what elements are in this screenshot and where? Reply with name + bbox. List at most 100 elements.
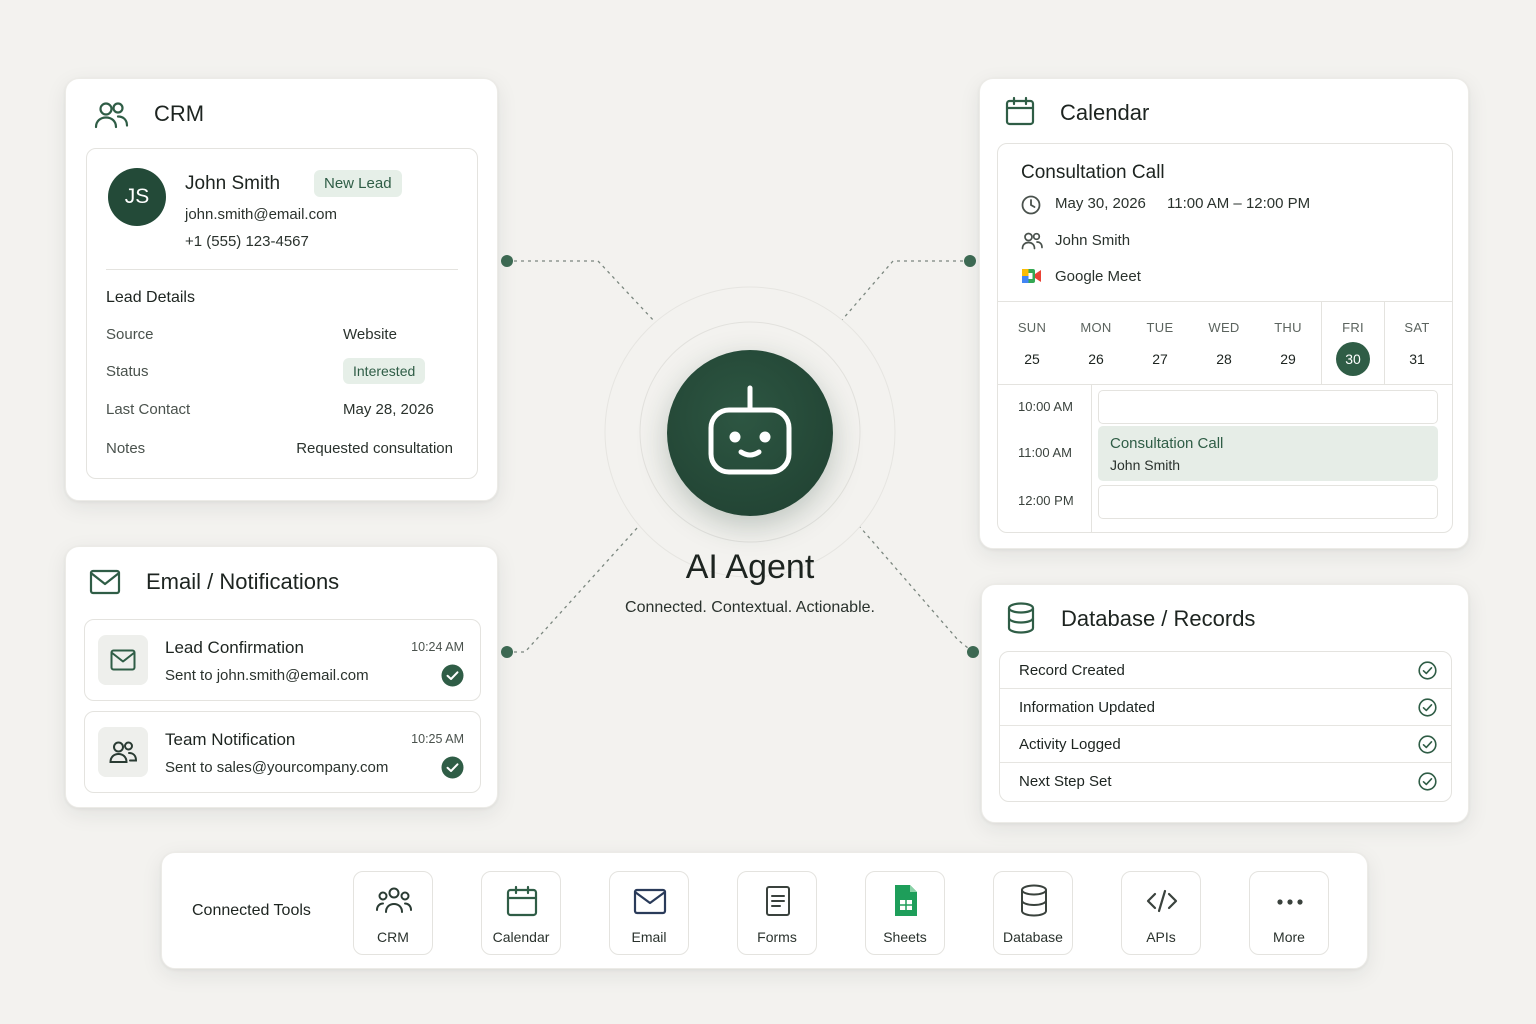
- crm-contact-panel: JS John Smith New Lead john.smith@email.…: [86, 148, 478, 479]
- calendar-card: Calendar Consultation Call May 30, 2026 …: [979, 78, 1469, 549]
- crm-card: CRM JS John Smith New Lead john.smith@em…: [65, 78, 498, 501]
- day-column-selected[interactable]: FRI 30: [1321, 320, 1385, 376]
- contact-name: John Smith: [185, 173, 281, 194]
- agent-tagline: Connected. Contextual. Actionable.: [625, 599, 875, 616]
- event-time: 11:00 AM – 12:00 PM: [1167, 195, 1311, 212]
- mail-icon: [633, 888, 667, 915]
- records-list: Record Created Information Updated Activ…: [999, 651, 1452, 802]
- day-number: 28: [1216, 351, 1232, 367]
- day-column[interactable]: SAT 31: [1385, 320, 1449, 367]
- event-block[interactable]: Consultation Call John Smith: [1098, 426, 1438, 481]
- tool-calendar[interactable]: Calendar: [481, 871, 561, 955]
- record-label: Record Created: [1019, 662, 1125, 679]
- tool-crm[interactable]: CRM: [353, 871, 433, 955]
- database-icon: [1007, 602, 1035, 634]
- tool-label: Sheets: [883, 929, 927, 945]
- time-column-divider: [1091, 385, 1092, 533]
- connected-tools-label: Connected Tools: [192, 902, 311, 919]
- connected-tools-bar: Connected Tools CRM Calendar Email Forms…: [161, 852, 1368, 969]
- notification-title: Lead Confirmation: [165, 638, 304, 657]
- detail-label-source: Source: [106, 326, 154, 343]
- day-number: 25: [1024, 351, 1040, 367]
- day-column[interactable]: TUE 27: [1128, 320, 1192, 367]
- tool-label: Email: [631, 929, 667, 945]
- tool-apis[interactable]: APIs: [1121, 871, 1201, 955]
- detail-value-notes: Requested consultation: [296, 440, 453, 457]
- time-slot[interactable]: [1098, 485, 1438, 519]
- check-circle-icon: [441, 664, 464, 687]
- database-title: Database / Records: [1061, 606, 1256, 631]
- calendar-icon: [506, 885, 538, 917]
- email-title: Email / Notifications: [146, 569, 340, 594]
- time-label: 12:00 PM: [1018, 493, 1074, 508]
- users-icon: [109, 741, 137, 763]
- day-number: 31: [1409, 351, 1425, 367]
- detail-label-last-contact: Last Contact: [106, 401, 191, 418]
- day-name: FRI: [1342, 320, 1364, 335]
- record-label: Information Updated: [1019, 699, 1155, 716]
- ai-agent-avatar[interactable]: [667, 350, 833, 516]
- mail-icon: [110, 649, 136, 671]
- event-block-subtitle: John Smith: [1110, 457, 1181, 473]
- google-meet-icon: [1022, 269, 1041, 283]
- detail-label-status: Status: [106, 363, 149, 380]
- day-name: SAT: [1404, 320, 1430, 335]
- day-column[interactable]: WED 28: [1192, 320, 1256, 367]
- detail-label-notes: Notes: [106, 440, 146, 457]
- avatar[interactable]: JS: [108, 168, 166, 226]
- users-icon: [376, 887, 412, 913]
- notification-item[interactable]: Team Notification Sent to sales@yourcomp…: [84, 711, 481, 793]
- record-row[interactable]: Record Created: [1000, 652, 1451, 689]
- tool-label: Database: [1003, 929, 1063, 945]
- lead-details-heading: Lead Details: [106, 289, 195, 306]
- notification-item[interactable]: Lead Confirmation Sent to john.smith@ema…: [84, 619, 481, 701]
- tool-more[interactable]: More: [1249, 871, 1329, 955]
- tool-email[interactable]: Email: [609, 871, 689, 955]
- event-block-title: Consultation Call: [1110, 435, 1224, 452]
- notification-subtitle: Sent to john.smith@email.com: [165, 667, 369, 684]
- tool-label: Forms: [757, 929, 797, 945]
- tool-label: APIs: [1146, 929, 1176, 945]
- event-date: May 30, 2026: [1055, 195, 1146, 212]
- check-circle-outline-icon: [1418, 698, 1437, 717]
- day-number: 30: [1345, 351, 1361, 367]
- day-name: SUN: [1017, 320, 1047, 335]
- day-number: 27: [1152, 351, 1168, 367]
- crm-title: CRM: [154, 101, 205, 126]
- tool-label: CRM: [377, 929, 409, 945]
- detail-value-source: Website: [343, 326, 397, 343]
- day-column[interactable]: THU 29: [1256, 320, 1320, 367]
- contact-email[interactable]: john.smith@email.com: [185, 206, 337, 223]
- detail-value-status-badge: Interested: [343, 358, 426, 384]
- record-row[interactable]: Next Step Set: [1000, 763, 1451, 800]
- tool-database[interactable]: Database: [993, 871, 1073, 955]
- agent-title: AI Agent: [685, 548, 815, 586]
- email-card: Email / Notifications Lead Confirmation …: [65, 546, 498, 808]
- tool-sheets[interactable]: Sheets: [865, 871, 945, 955]
- time-label: 11:00 AM: [1018, 445, 1072, 460]
- selected-day-circle: 30: [1336, 342, 1370, 376]
- tool-forms[interactable]: Forms: [737, 871, 817, 955]
- tool-label: Calendar: [492, 929, 550, 945]
- tool-label: More: [1273, 929, 1305, 945]
- clock-icon: [1021, 195, 1041, 215]
- time-slot[interactable]: [1098, 390, 1438, 424]
- notification-title: Team Notification: [165, 730, 296, 749]
- record-row[interactable]: Activity Logged: [1000, 726, 1451, 763]
- time-label: 10:00 AM: [1018, 399, 1073, 414]
- record-row[interactable]: Information Updated: [1000, 689, 1451, 726]
- mail-icon: [89, 569, 121, 595]
- event-location: Google Meet: [1055, 268, 1141, 285]
- avatar-initials: JS: [124, 185, 150, 208]
- calendar-icon: [1005, 96, 1035, 126]
- day-column[interactable]: MON 26: [1064, 320, 1128, 367]
- record-label: Next Step Set: [1019, 773, 1112, 790]
- notification-icon-box: [98, 635, 148, 685]
- check-circle-icon: [441, 756, 464, 779]
- day-column[interactable]: SUN 25: [1000, 320, 1064, 367]
- notification-icon-box: [98, 727, 148, 777]
- notification-time: 10:25 AM: [411, 732, 464, 746]
- contact-phone[interactable]: +1 (555) 123-4567: [185, 233, 309, 250]
- notification-subtitle: Sent to sales@yourcompany.com: [165, 759, 389, 776]
- check-circle-outline-icon: [1418, 661, 1437, 680]
